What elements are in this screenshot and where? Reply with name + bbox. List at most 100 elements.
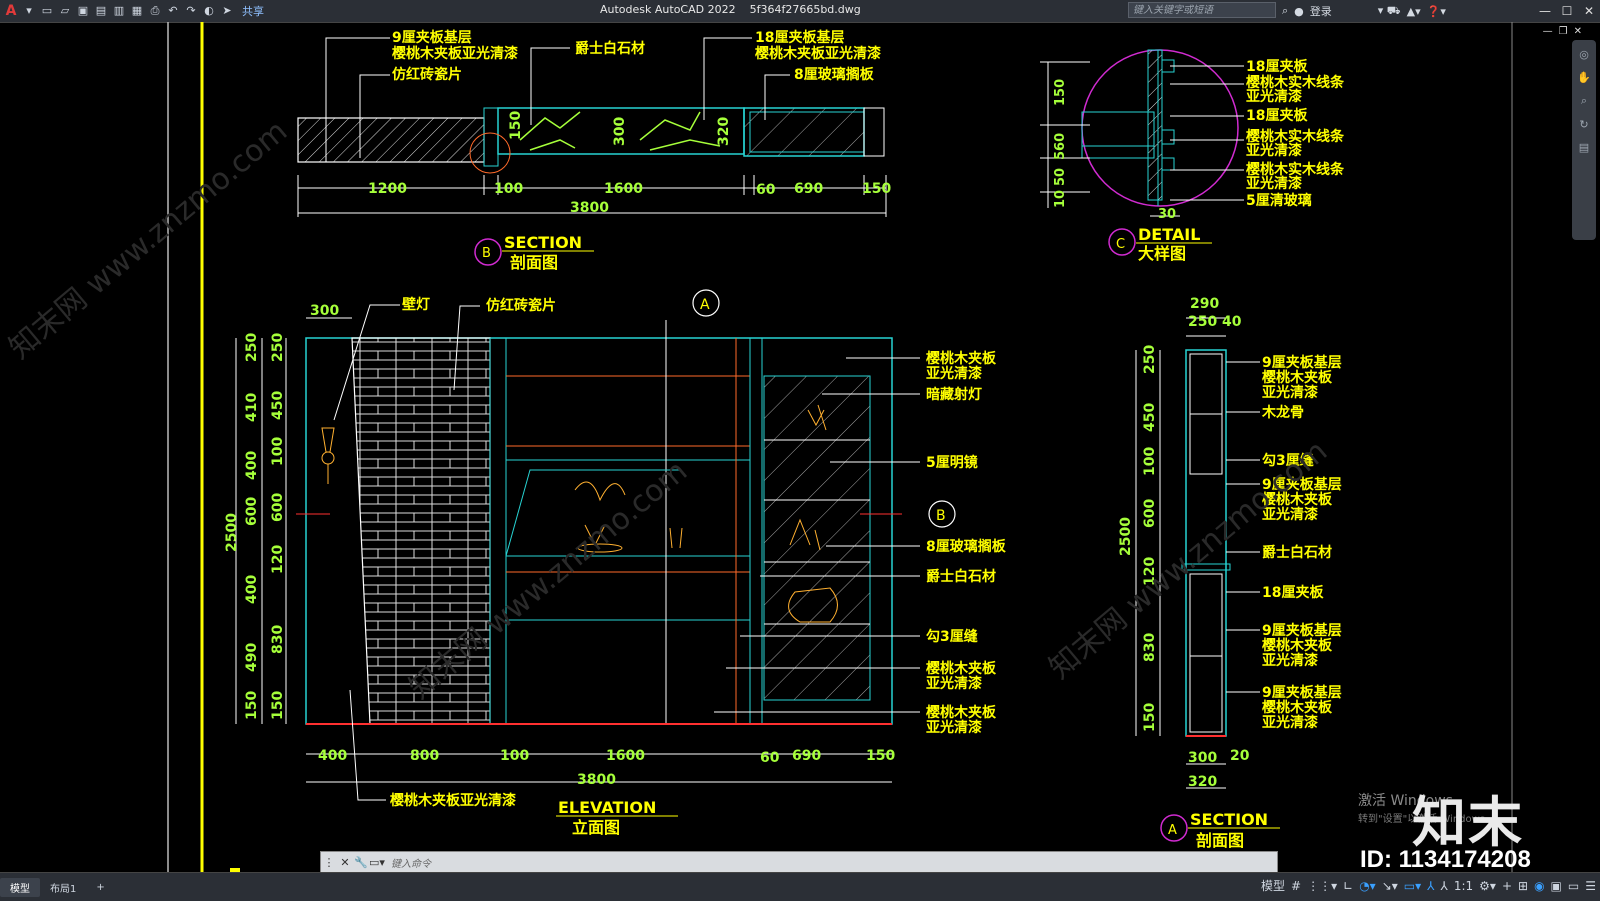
svg-text:18厘夹板: 18厘夹板	[1246, 58, 1308, 75]
polar-icon[interactable]: ◔▾	[1359, 879, 1376, 893]
search-input[interactable]: 键入关键字或短语	[1128, 2, 1276, 18]
svg-text:290: 290	[1190, 296, 1219, 312]
share-icon[interactable]: ➤	[220, 4, 234, 18]
add-layout-button[interactable]: +	[86, 880, 114, 895]
title-tools: ⌕ ● 登录 ▾ ⛟ ▲▾ ❓▾	[1282, 2, 1446, 20]
orbit-icon[interactable]: ↻	[1579, 118, 1588, 131]
svg-text:10: 10	[1053, 190, 1068, 208]
svg-text:暗藏射灯: 暗藏射灯	[926, 386, 982, 403]
section-b-title: B SECTION 剖面图	[474, 233, 594, 272]
customize-icon[interactable]: 🔧	[353, 856, 369, 869]
svg-text:9厘夹板基层: 9厘夹板基层	[1262, 354, 1342, 371]
elevation-title: ELEVATION 立面图	[556, 798, 678, 837]
object-snap-icon[interactable]: ▭▾	[1404, 879, 1421, 893]
dim: 60	[756, 182, 776, 198]
clean-screen-icon[interactable]: ▭	[1568, 879, 1579, 893]
model-space-button[interactable]: 模型	[1261, 877, 1285, 894]
app-store-icon[interactable]: ▲▾	[1407, 5, 1421, 18]
grip-icon[interactable]: ⋮	[321, 856, 337, 869]
share-button[interactable]: 共享	[242, 3, 264, 19]
window-title: Autodesk AutoCAD 2022 5f364f27665bd.dwg	[600, 3, 861, 16]
svg-text:亚光清漆: 亚光清漆	[1246, 175, 1302, 192]
label: 18厘夹板基层	[755, 29, 844, 46]
snap-icon[interactable]: ⋮⋮▾	[1307, 879, 1337, 893]
viewport-close-icon[interactable]: ✕	[1574, 26, 1582, 37]
viewport-restore-icon[interactable]: ❐	[1559, 26, 1568, 37]
auto-scale-icon[interactable]: ⅄	[1441, 879, 1448, 893]
open-folder-icon[interactable]: ▱	[58, 4, 72, 18]
undo-icon[interactable]: ↶	[166, 4, 180, 18]
minimize-icon[interactable]: —	[1534, 0, 1556, 22]
dim: 690	[794, 181, 823, 197]
svg-text:立面图: 立面图	[572, 818, 620, 837]
units-icon[interactable]: ⊞	[1518, 879, 1528, 893]
svg-text:5厘明镜: 5厘明镜	[926, 454, 978, 471]
svg-text:亚光清漆: 亚光清漆	[926, 719, 982, 736]
annotation-scale[interactable]: 1:1	[1454, 879, 1473, 893]
drawing-canvas[interactable]: 9厘夹板基层 樱桃木夹板亚光清漆 仿红砖瓷片 爵士白石材 18厘夹板基层 樱桃木…	[0, 22, 1600, 872]
plus-icon[interactable]: +	[1502, 879, 1512, 893]
print-icon[interactable]: ⎙	[148, 4, 162, 18]
recent-commands-icon[interactable]: ▭▾	[369, 856, 385, 869]
label: 仿红砖瓷片	[392, 66, 462, 83]
svg-text:9厘夹板基层: 9厘夹板基层	[1262, 622, 1342, 639]
new-file-icon[interactable]: ▭	[40, 4, 54, 18]
redo-icon[interactable]: ↷	[184, 4, 198, 18]
svg-text:600: 600	[244, 497, 260, 526]
dim: 150	[508, 111, 524, 140]
cloud-open-icon[interactable]: ▥	[112, 4, 126, 18]
search-icon[interactable]: ⌕	[1282, 4, 1288, 18]
user-icon[interactable]: ●	[1294, 5, 1304, 18]
maximize-icon[interactable]: ☐	[1556, 0, 1578, 22]
autocad-logo-icon[interactable]: A	[4, 3, 18, 19]
tab-model[interactable]: 模型	[0, 877, 40, 897]
svg-text:知末网 www.znzmo.com: 知末网 www.znzmo.com	[3, 114, 294, 366]
ortho-icon[interactable]: ∟	[1343, 879, 1353, 893]
svg-text:690: 690	[792, 748, 821, 764]
viewport-minimize-icon[interactable]: —	[1543, 26, 1553, 37]
svg-text:SECTION: SECTION	[1190, 810, 1268, 829]
svg-text:320: 320	[1188, 774, 1217, 790]
save-as-icon[interactable]: ▤	[94, 4, 108, 18]
quick-access-toolbar: A ▾ ▭ ▱ ▣ ▤ ▥ ▦ ⎙ ↶ ↷ ◐ ➤ 共享	[0, 3, 264, 19]
svg-text:300: 300	[310, 303, 339, 319]
detail-c-drawing	[1040, 49, 1244, 217]
isolate-icon[interactable]: ◉	[1534, 879, 1544, 893]
cloud-save-icon[interactable]: ▦	[130, 4, 144, 18]
svg-text:400: 400	[244, 575, 260, 604]
cart-icon[interactable]: ▾ ⛟	[1378, 4, 1401, 19]
zoom-icon[interactable]: ⌕	[1581, 94, 1587, 108]
dim: 320	[716, 117, 732, 146]
settings-icon[interactable]: ⚙▾	[1479, 879, 1496, 893]
login-button[interactable]: 登录	[1310, 3, 1332, 19]
customize-status-icon[interactable]: ☰	[1585, 879, 1596, 893]
showmotion-icon[interactable]: ▤	[1579, 141, 1589, 154]
steering-wheel-icon[interactable]: ◎	[1579, 48, 1589, 61]
tab-layout1[interactable]: 布局1	[40, 878, 86, 897]
svg-text:爵士白石材: 爵士白石材	[1262, 544, 1332, 561]
zhimo-id: ID: 1134174208	[1360, 846, 1531, 873]
svg-text:B: B	[482, 246, 491, 261]
grid-icon[interactable]: #	[1291, 879, 1301, 893]
svg-text:600: 600	[270, 493, 286, 522]
svg-text:樱桃木夹板: 樱桃木夹板	[926, 704, 997, 721]
help-icon[interactable]: ❓▾	[1427, 5, 1446, 18]
save-icon[interactable]: ▣	[76, 4, 90, 18]
command-line[interactable]: ⋮ ✕ 🔧 ▭▾ 键入命令	[320, 851, 1278, 873]
isodraft-icon[interactable]: ↘▾	[1382, 879, 1398, 893]
hardware-accel-icon[interactable]: ▣	[1551, 879, 1562, 893]
svg-text:250: 250	[1142, 345, 1158, 374]
command-input[interactable]: 键入命令	[391, 855, 431, 870]
svg-text:9厘夹板基层: 9厘夹板基层	[1262, 684, 1342, 701]
svg-text:剖面图: 剖面图	[1196, 831, 1244, 850]
pan-icon[interactable]: ✋	[1577, 71, 1591, 84]
close-icon[interactable]: ✕	[1578, 0, 1600, 22]
svg-text:150: 150	[1142, 703, 1158, 732]
workspace-icon[interactable]: ◐	[202, 4, 216, 18]
dropdown-icon[interactable]: ▾	[22, 4, 36, 18]
annotation-visibility-icon[interactable]: ⅄	[1427, 879, 1434, 893]
svg-text:100: 100	[1142, 447, 1158, 476]
file-name: 5f364f27665bd.dwg	[749, 3, 861, 16]
close-cmd-icon[interactable]: ✕	[337, 856, 353, 869]
svg-text:剖面图: 剖面图	[510, 253, 558, 272]
